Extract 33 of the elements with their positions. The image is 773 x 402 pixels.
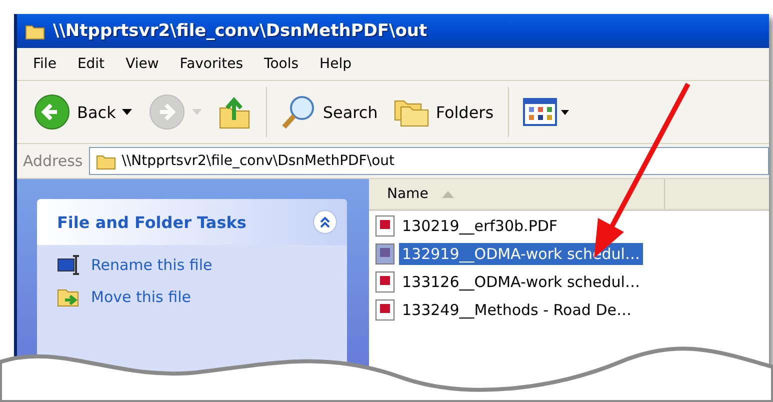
menu-item[interactable]: View (118, 56, 172, 72)
folder-icon (96, 152, 116, 170)
folder-icon (25, 22, 45, 40)
pdf-file-icon (375, 271, 395, 293)
file-name[interactable]: 133126__ODMA-work schedul… (399, 271, 643, 293)
pdf-file-icon (375, 299, 395, 321)
pdf-file-icon (375, 215, 395, 237)
task-link[interactable]: Rename this file (37, 245, 347, 277)
menu-item[interactable]: Favorites (172, 56, 256, 72)
menu-item[interactable]: Tools (256, 56, 312, 72)
caret-icon (122, 109, 132, 115)
folders-button[interactable]: Folders (392, 95, 496, 129)
pdf-file-icon (375, 243, 395, 265)
search-button[interactable]: Search (278, 92, 380, 132)
chevron-icon (319, 216, 331, 228)
folder-up-icon (218, 94, 252, 130)
address-label: Address (23, 152, 83, 170)
menu-item[interactable]: Edit (69, 56, 118, 72)
column-header[interactable]: Name (369, 179, 665, 209)
address-field[interactable]: \\Ntpprtsvr2\file_conv\DsnMethPDF\out (88, 147, 769, 175)
caret-icon (192, 109, 202, 115)
collapse-button[interactable] (313, 210, 337, 234)
rename-icon (57, 253, 81, 277)
menu-item[interactable]: Help (312, 56, 364, 72)
back-button[interactable]: Back (31, 91, 134, 133)
views-icon (522, 97, 571, 127)
window-title: \\Ntpprtsvr2\file_conv\DsnMethPDF\out (53, 21, 428, 41)
menu-item[interactable]: File (25, 56, 70, 72)
task-link[interactable]: Move this file (37, 277, 347, 309)
file-name[interactable]: 133249__Methods - Road De… (399, 299, 634, 321)
search-icon (280, 94, 317, 130)
panel-title: File and Folder Tasks (57, 212, 246, 232)
file-name[interactable]: 130219__erf30b.PDF (399, 215, 561, 237)
